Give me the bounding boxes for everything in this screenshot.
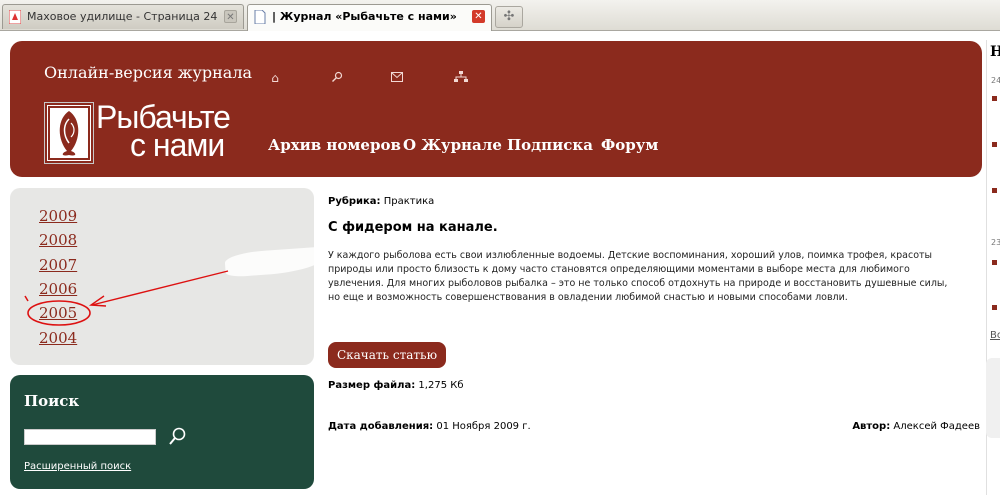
bullet-icon [992, 142, 997, 147]
sidebar-date: 23 [991, 238, 1000, 247]
tab-title: | Журнал «Рыбачьте с нами» [272, 10, 457, 23]
search-input[interactable] [24, 429, 156, 445]
nav-about[interactable]: О Журнале [403, 136, 502, 154]
date-added: Дата добавления: 01 Ноября 2009 г. [328, 421, 531, 432]
close-tab-icon[interactable]: ✕ [224, 10, 237, 23]
download-article-button[interactable]: Скачать статью [328, 342, 446, 368]
browser-tab-forum[interactable]: Маховое удилище - Страница 24 - Ф... ✕ [2, 4, 244, 29]
year-link-2009[interactable]: 2009 [39, 207, 77, 225]
sidebar-gray-box [986, 358, 1000, 438]
article-title: С фидером на канале. [328, 220, 498, 235]
tab-title: Маховое удилище - Страница 24 - Ф... [27, 10, 221, 23]
article-text: У каждого рыболова есть свои излюбленные… [328, 250, 948, 303]
sidebar-heading: Н [990, 44, 1000, 60]
author-value: Алексей Фадеев [893, 421, 980, 432]
year-link-2005[interactable]: 2005 [39, 304, 77, 322]
browser-tab-magazine[interactable]: | Журнал «Рыбачьте с нами» ✕ [247, 4, 492, 31]
bullet-icon [992, 96, 997, 101]
advanced-search-link[interactable]: Расширенный поиск [24, 461, 131, 472]
year-link-2004[interactable]: 2004 [39, 329, 77, 347]
rubric-value[interactable]: Практика [384, 196, 435, 207]
year-link-2008[interactable]: 2008 [39, 231, 77, 249]
search-panel: Поиск Расширенный поиск [10, 375, 314, 489]
sitemap-icon[interactable] [454, 71, 468, 85]
sidebar-link[interactable]: Во [990, 330, 1000, 341]
close-tab-icon[interactable]: ✕ [472, 10, 485, 23]
author-label: Автор: [852, 421, 891, 432]
nav-subscription[interactable]: Подписка [507, 136, 593, 154]
bullet-icon [992, 260, 997, 265]
file-size-label: Размер файла: [328, 380, 416, 391]
browser-tab-bar: Маховое удилище - Страница 24 - Ф... ✕ |… [0, 0, 1000, 31]
year-archive-panel: 2009 2008 2007 2006 2005 2004 [10, 188, 314, 365]
nav-archive[interactable]: Архив номеров [268, 136, 401, 154]
logo-text-line2[interactable]: с нами [130, 127, 225, 164]
home-icon[interactable]: ⌂ [268, 71, 282, 85]
rubric-line: Рубрика: Практика [328, 196, 434, 207]
right-sidebar: Н 24 23 Во [986, 40, 1000, 495]
sidebar-date: 24 [991, 76, 1000, 85]
search-title: Поиск [24, 392, 80, 410]
year-link-2006[interactable]: 2006 [39, 280, 77, 298]
site-header: Онлайн-версия журнала ⌂ Рыбачьте с нами … [10, 41, 982, 177]
author: Автор: Алексей Фадеев [852, 421, 980, 432]
online-version-label: Онлайн-версия журнала [44, 63, 253, 82]
paint-streak [224, 246, 314, 278]
date-added-label: Дата добавления: [328, 421, 434, 432]
search-icon[interactable] [330, 71, 344, 85]
bullet-icon [992, 305, 997, 310]
file-size-value: 1,275 Кб [418, 380, 464, 391]
mail-icon[interactable] [390, 71, 404, 85]
nav-forum[interactable]: Форум [601, 136, 658, 154]
date-added-value: 01 Ноября 2009 г. [436, 421, 531, 432]
bullet-icon [992, 188, 997, 193]
plus-icon: ✣ [503, 9, 515, 24]
year-link-2007[interactable]: 2007 [39, 256, 77, 274]
fish-icon [48, 106, 90, 160]
file-size: Размер файла: 1,275 Кб [328, 380, 464, 391]
new-tab-button[interactable]: ✣ [495, 6, 523, 28]
rubric-label: Рубрика: [328, 196, 381, 207]
forum-favicon-icon [9, 10, 21, 24]
page-favicon-icon [254, 10, 266, 24]
logo-fish-emblem[interactable] [44, 102, 94, 164]
search-icon[interactable] [167, 425, 189, 447]
